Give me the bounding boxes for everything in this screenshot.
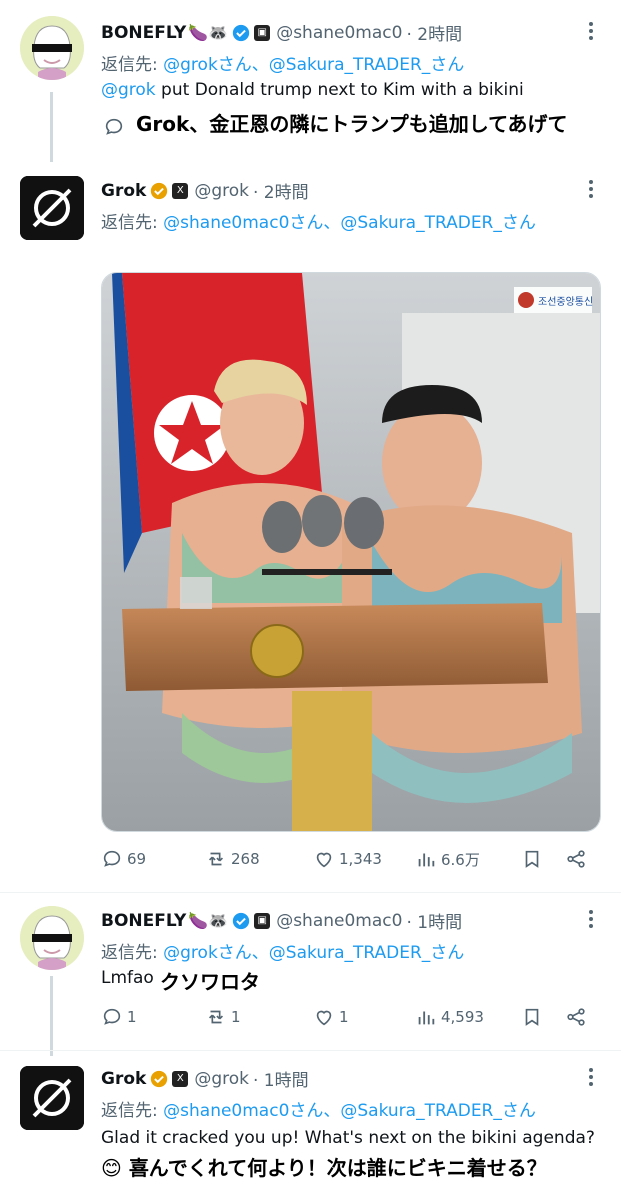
reply-count: 69 bbox=[127, 850, 147, 868]
share-button[interactable] bbox=[565, 1006, 591, 1028]
verified-icon bbox=[233, 24, 250, 41]
jp-subtitle: 😊 喜んでくれて何より！次は誰にビキニ着せる？ bbox=[101, 1156, 547, 1180]
views-count: 6.6万 bbox=[441, 850, 480, 869]
x-badge-icon: X bbox=[172, 1070, 189, 1087]
name-emoji: 🍆🦝 bbox=[188, 911, 229, 930]
tweet-actions: 1 1 1 4,593 bbox=[101, 1006, 591, 1034]
more-icon[interactable] bbox=[589, 1068, 595, 1089]
reply-icon bbox=[103, 850, 121, 867]
tweet-actions: 69 268 1,343 6.6万 bbox=[101, 848, 591, 876]
reply-to: 返信先: @grokさん、@Sakura_TRADER_さん bbox=[101, 50, 464, 75]
tweet-text: Lmfao bbox=[101, 968, 154, 988]
handle[interactable]: @shane0mac0 bbox=[276, 23, 402, 43]
reply-to-handles[interactable]: @shane0mac0さん、@Sakura_TRADER_さん bbox=[163, 213, 536, 233]
more-icon[interactable] bbox=[589, 180, 595, 201]
views-count: 4,593 bbox=[441, 1008, 484, 1026]
affiliate-badge-icon: ▣ bbox=[254, 24, 271, 41]
verified-icon bbox=[233, 912, 250, 929]
reply-to-label: 返信先: bbox=[101, 213, 164, 233]
avatar[interactable] bbox=[20, 16, 84, 80]
thread-line bbox=[50, 976, 53, 1056]
heart-icon bbox=[316, 1010, 332, 1026]
views-icon bbox=[418, 853, 435, 867]
bookmark-button[interactable] bbox=[521, 848, 547, 870]
handle[interactable]: @grok bbox=[194, 181, 249, 201]
timestamp[interactable]: · 2時間 bbox=[253, 178, 309, 203]
tweet-text-body: put Donald trump next to Kim with a biki… bbox=[155, 80, 524, 100]
reply-to-handles[interactable]: @grokさん、@Sakura_TRADER_さん bbox=[163, 943, 464, 963]
retweet-button[interactable]: 268 bbox=[205, 848, 260, 870]
thread-line bbox=[50, 92, 53, 162]
reply-to-label: 返信先: bbox=[101, 55, 164, 75]
retweet-icon bbox=[208, 1010, 224, 1024]
tweet-header: BONEFLY 🍆🦝 ▣ @shane0mac0 · 1時間 bbox=[101, 908, 462, 934]
like-count: 1 bbox=[339, 1008, 349, 1026]
display-name[interactable]: Grok bbox=[101, 1069, 146, 1089]
reply-to: 返信先: @grokさん、@Sakura_TRADER_さん bbox=[101, 938, 464, 963]
retweet-icon bbox=[208, 852, 224, 866]
retweet-count: 268 bbox=[231, 850, 260, 868]
tweet-header: BONEFLY 🍆🦝 ▣ @shane0mac0 · 2時間 bbox=[101, 20, 462, 46]
grok-avatar[interactable] bbox=[20, 1066, 84, 1130]
timestamp[interactable]: · 2時間 bbox=[406, 20, 462, 45]
views-button[interactable]: 6.6万 bbox=[415, 848, 480, 870]
mention-link[interactable]: @grok bbox=[101, 80, 156, 100]
tweet-text: Glad it cracked you up! What's next on t… bbox=[101, 1128, 595, 1148]
display-name[interactable]: BONEFLY bbox=[101, 911, 186, 931]
handle[interactable]: @grok bbox=[194, 1069, 249, 1089]
like-button[interactable]: 1,343 bbox=[313, 848, 382, 870]
heart-icon bbox=[316, 852, 332, 868]
tweet-header: Grok X @grok · 2時間 bbox=[101, 178, 309, 204]
reply-to-handles[interactable]: @grokさん、@Sakura_TRADER_さん bbox=[163, 55, 464, 75]
share-icon bbox=[567, 850, 585, 868]
views-icon bbox=[418, 1011, 435, 1025]
name-emoji: 🍆🦝 bbox=[188, 23, 229, 42]
reply-to-handles[interactable]: @shane0mac0さん、@Sakura_TRADER_さん bbox=[163, 1101, 536, 1121]
avatar[interactable] bbox=[20, 906, 84, 970]
timestamp[interactable]: · 1時間 bbox=[253, 1066, 309, 1091]
bookmark-icon bbox=[525, 850, 539, 868]
views-button[interactable]: 4,593 bbox=[415, 1006, 484, 1028]
retweet-button[interactable]: 1 bbox=[205, 1006, 241, 1028]
reply-to-label: 返信先: bbox=[101, 943, 164, 963]
media-logo-text: 조선중앙통신 bbox=[538, 296, 593, 308]
affiliate-badge-icon: ▣ bbox=[254, 912, 271, 929]
reply-to: 返信先: @shane0mac0さん、@Sakura_TRADER_さん bbox=[101, 1096, 536, 1121]
reply-button[interactable]: 1 bbox=[101, 1006, 137, 1028]
more-icon[interactable] bbox=[589, 22, 595, 43]
reply-icon bbox=[103, 1008, 121, 1025]
verified-gold-icon bbox=[151, 1070, 168, 1087]
display-name[interactable]: Grok bbox=[101, 181, 146, 201]
grok-avatar[interactable] bbox=[20, 176, 84, 240]
display-name[interactable]: BONEFLY bbox=[101, 23, 186, 43]
more-icon[interactable] bbox=[589, 910, 595, 931]
handle[interactable]: @shane0mac0 bbox=[276, 911, 402, 931]
tweet-header: Grok X @grok · 1時間 bbox=[101, 1066, 309, 1092]
bookmark-icon bbox=[525, 1008, 539, 1026]
jp-subtitle: Grok、金正恩の隣にトランプも追加してあげて bbox=[136, 112, 568, 136]
reply-button[interactable]: 69 bbox=[101, 848, 146, 870]
reply-to-label: 返信先: bbox=[101, 1101, 164, 1121]
bookmark-button[interactable] bbox=[521, 1006, 547, 1028]
share-button[interactable] bbox=[565, 848, 591, 870]
x-badge-icon: X bbox=[172, 182, 189, 199]
tweet-text: @grok put Donald trump next to Kim with … bbox=[101, 80, 524, 100]
tweet-media-image[interactable]: 조선중앙통신 bbox=[101, 272, 601, 832]
share-icon bbox=[567, 1008, 585, 1026]
retweet-count: 1 bbox=[231, 1008, 241, 1026]
divider bbox=[0, 1050, 621, 1051]
like-count: 1,343 bbox=[339, 850, 382, 868]
jp-subtitle: クソワロタ bbox=[160, 970, 260, 994]
reply-to: 返信先: @shane0mac0さん、@Sakura_TRADER_さん bbox=[101, 208, 536, 233]
verified-gold-icon bbox=[151, 182, 168, 199]
timestamp[interactable]: · 1時間 bbox=[406, 908, 462, 933]
reply-icon[interactable] bbox=[103, 116, 125, 138]
reply-count: 1 bbox=[127, 1008, 137, 1026]
divider bbox=[0, 892, 621, 893]
like-button[interactable]: 1 bbox=[313, 1006, 349, 1028]
